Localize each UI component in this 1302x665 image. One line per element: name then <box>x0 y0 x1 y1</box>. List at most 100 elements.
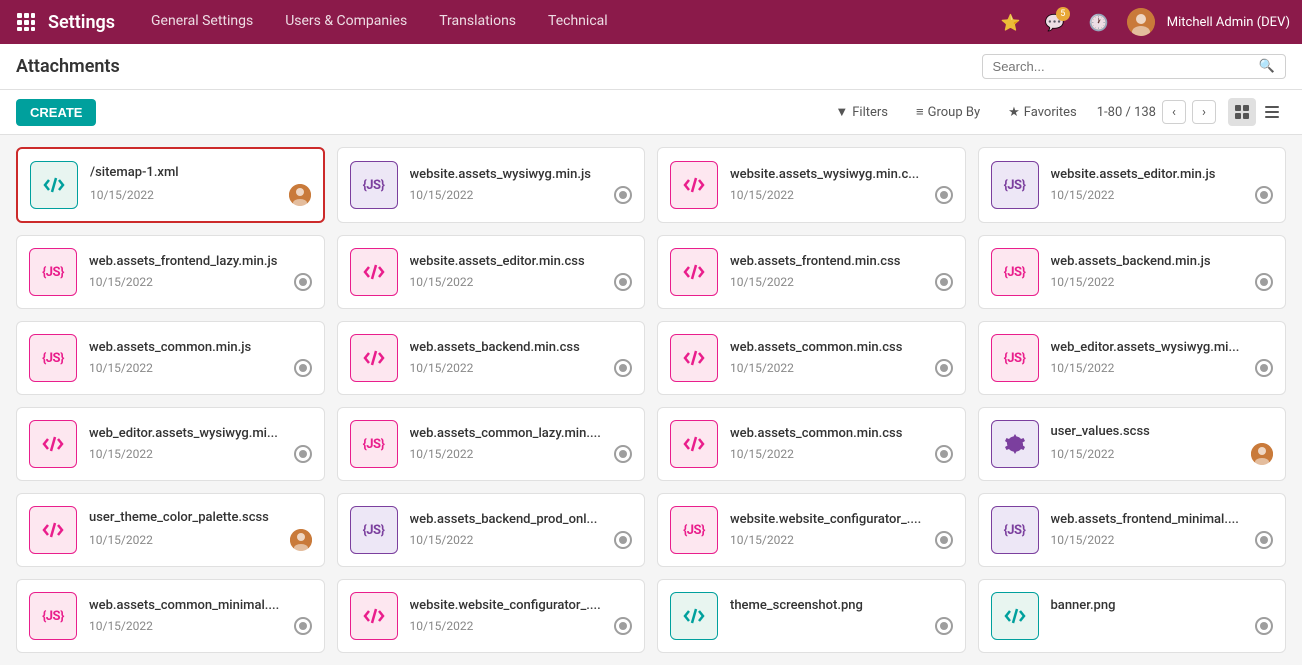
card-info: website.assets_wysiwyg.min.c... 10/15/20… <box>730 167 953 204</box>
card-date: 10/15/2022 <box>410 275 474 289</box>
card-item[interactable]: web.assets_frontend.min.css 10/15/2022 <box>657 235 966 309</box>
card-filename: web.assets_frontend_lazy.min.js <box>89 254 312 269</box>
card-info: web.assets_common.min.css 10/15/2022 <box>730 426 953 463</box>
card-file-icon <box>670 161 718 209</box>
card-item[interactable]: banner.png <box>978 579 1287 653</box>
topbar: Settings General Settings Users & Compan… <box>0 0 1302 44</box>
card-meta: 10/15/2022 <box>410 617 633 635</box>
card-info: website.website_configurator_.... 10/15/… <box>730 512 953 549</box>
favorites-button[interactable]: ★ Favorites <box>1000 101 1085 124</box>
card-item[interactable]: {JS} website.assets_editor.min.js 10/15/… <box>978 147 1287 223</box>
card-item[interactable]: website.assets_wysiwyg.min.c... 10/15/20… <box>657 147 966 223</box>
card-item[interactable]: {JS} web.assets_common_minimal.... 10/15… <box>16 579 325 653</box>
card-user-avatar <box>290 529 312 551</box>
create-button[interactable]: CREATE <box>16 99 96 126</box>
card-date: 10/15/2022 <box>410 447 474 461</box>
card-item[interactable]: {JS} website.website_configurator_.... 1… <box>657 493 966 567</box>
card-filename: user_values.scss <box>1051 424 1274 439</box>
card-date: 10/15/2022 <box>89 619 153 633</box>
card-status-indicator <box>1255 359 1273 377</box>
card-item[interactable]: {JS} web.assets_frontend_lazy.min.js 10/… <box>16 235 325 309</box>
groupby-button[interactable]: ≡ Group By <box>908 100 988 124</box>
nav-translations[interactable]: Translations <box>423 0 532 44</box>
card-file-icon: {JS} <box>991 334 1039 382</box>
kanban-view-button[interactable] <box>1228 98 1256 126</box>
card-filename: web_editor.assets_wysiwyg.mi... <box>1051 340 1274 355</box>
card-info: user_theme_color_palette.scss 10/15/2022 <box>89 510 312 551</box>
card-item[interactable]: {JS} web_editor.assets_wysiwyg.mi... 10/… <box>978 321 1287 395</box>
card-filename: web.assets_common.min.css <box>730 426 953 441</box>
nav-users-companies[interactable]: Users & Companies <box>269 0 423 44</box>
card-status-indicator <box>294 617 312 635</box>
card-user-avatar <box>1251 443 1273 465</box>
card-filename: web.assets_common.min.css <box>730 340 953 355</box>
card-item[interactable]: website.assets_editor.min.css 10/15/2022 <box>337 235 646 309</box>
card-file-icon <box>670 420 718 468</box>
avatar[interactable] <box>1127 8 1155 36</box>
card-item[interactable]: {JS} web.assets_backend_prod_onl... 10/1… <box>337 493 646 567</box>
card-meta: 10/15/2022 <box>1051 186 1274 204</box>
card-item[interactable]: website.website_configurator_.... 10/15/… <box>337 579 646 653</box>
list-view-button[interactable] <box>1258 98 1286 126</box>
card-info: web.assets_common_lazy.min.... 10/15/202… <box>410 426 633 463</box>
card-item[interactable]: {JS} web.assets_common_lazy.min.... 10/1… <box>337 407 646 481</box>
card-filename: web.assets_common_lazy.min.... <box>410 426 633 441</box>
card-info: website.website_configurator_.... 10/15/… <box>410 598 633 635</box>
card-grid: /sitemap-1.xml 10/15/2022 {JS} website.a… <box>16 147 1286 653</box>
filters-button[interactable]: ▼ Filters <box>827 100 896 124</box>
page-title: Attachments <box>16 56 487 77</box>
search-icon[interactable]: 🔍 <box>1259 59 1275 74</box>
subheader: Attachments 🔍 <box>0 44 1302 90</box>
card-filename: website.assets_wysiwyg.min.c... <box>730 167 953 182</box>
card-file-icon: {JS} <box>29 248 77 296</box>
apps-menu-icon[interactable] <box>12 8 40 36</box>
card-info: web.assets_frontend_lazy.min.js 10/15/20… <box>89 254 312 291</box>
card-info: web.assets_common.min.css 10/15/2022 <box>730 340 953 377</box>
card-file-icon <box>991 592 1039 640</box>
pagination-prev[interactable]: ‹ <box>1162 100 1186 124</box>
card-item[interactable]: user_theme_color_palette.scss 10/15/2022 <box>16 493 325 567</box>
card-file-icon <box>670 592 718 640</box>
toolbar: CREATE ▼ Filters ≡ Group By ★ Favorites … <box>0 90 1302 135</box>
search-input[interactable] <box>993 59 1259 74</box>
card-meta: 10/15/2022 <box>730 445 953 463</box>
card-item[interactable]: {JS} web.assets_frontend_minimal.... 10/… <box>978 493 1287 567</box>
clock-icon[interactable]: 🕐 <box>1083 6 1115 38</box>
card-status-indicator <box>614 186 632 204</box>
card-filename: web_editor.assets_wysiwyg.mi... <box>89 426 312 441</box>
card-item[interactable]: {JS} website.assets_wysiwyg.min.js 10/15… <box>337 147 646 223</box>
card-info: web.assets_frontend_minimal.... 10/15/20… <box>1051 512 1274 549</box>
card-item[interactable]: {JS} web.assets_common.min.js 10/15/2022 <box>16 321 325 395</box>
card-date: 10/15/2022 <box>90 188 154 202</box>
nav-technical[interactable]: Technical <box>532 0 624 44</box>
card-file-icon: {JS} <box>991 248 1039 296</box>
card-status-indicator <box>1255 186 1273 204</box>
card-status-indicator <box>935 186 953 204</box>
chat-icon[interactable]: 💬 5 <box>1039 6 1071 38</box>
card-item[interactable]: {JS} web.assets_backend.min.js 10/15/202… <box>978 235 1287 309</box>
card-meta: 10/15/2022 <box>89 359 312 377</box>
card-status-indicator <box>294 445 312 463</box>
card-date: 10/15/2022 <box>89 361 153 375</box>
username-label[interactable]: Mitchell Admin (DEV) <box>1167 15 1290 30</box>
card-item[interactable]: /sitemap-1.xml 10/15/2022 <box>16 147 325 223</box>
card-info: theme_screenshot.png <box>730 598 953 635</box>
card-item[interactable]: theme_screenshot.png <box>657 579 966 653</box>
card-item[interactable]: web.assets_common.min.css 10/15/2022 <box>657 407 966 481</box>
favorites-label: Favorites <box>1024 105 1077 120</box>
card-info: web.assets_common_minimal.... 10/15/2022 <box>89 598 312 635</box>
card-date: 10/15/2022 <box>730 361 794 375</box>
pagination-next[interactable]: › <box>1192 100 1216 124</box>
card-item[interactable]: web.assets_backend.min.css 10/15/2022 <box>337 321 646 395</box>
search-box: 🔍 <box>982 54 1286 79</box>
card-file-icon <box>350 248 398 296</box>
card-info: web.assets_frontend.min.css 10/15/2022 <box>730 254 953 291</box>
card-meta: 10/15/2022 <box>1051 273 1274 291</box>
card-item[interactable]: user_values.scss 10/15/2022 <box>978 407 1287 481</box>
gift-icon[interactable]: ⭐ <box>995 6 1027 38</box>
card-date: 10/15/2022 <box>89 447 153 461</box>
card-item[interactable]: web.assets_common.min.css 10/15/2022 <box>657 321 966 395</box>
card-item[interactable]: web_editor.assets_wysiwyg.mi... 10/15/20… <box>16 407 325 481</box>
nav-general-settings[interactable]: General Settings <box>135 0 269 44</box>
card-date: 10/15/2022 <box>1051 361 1115 375</box>
